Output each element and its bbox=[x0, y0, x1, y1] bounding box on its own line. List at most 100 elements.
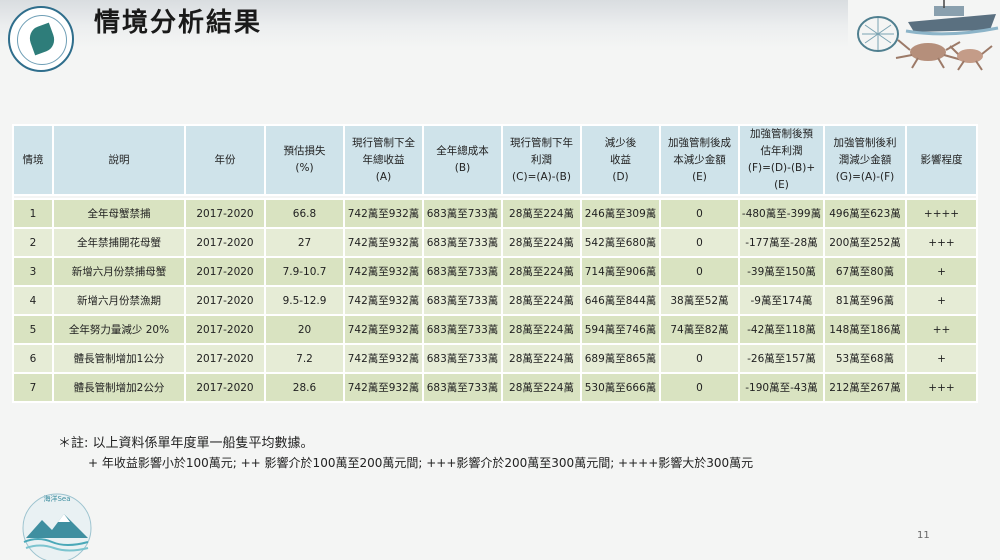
cell-profit-reduction: 212萬至267萬 bbox=[823, 372, 907, 403]
cell-annual-revenue: 742萬至932萬 bbox=[343, 227, 424, 258]
table-row: 6 體長管制增加1公分 2017-2020 7.2 742萬至932萬 683萬… bbox=[12, 343, 978, 374]
col-header-year: 年份 bbox=[184, 124, 266, 196]
footnote-data-basis: ＊註: 以上資料係單年度單一船隻平均數據。 bbox=[58, 436, 314, 451]
cell-annual-profit: 28萬至224萬 bbox=[501, 372, 582, 403]
table-row: 4 新增六月份禁漁期 2017-2020 9.5-12.9 742萬至932萬 … bbox=[12, 285, 978, 316]
cell-description: 全年禁捕開花母蟹 bbox=[52, 227, 186, 258]
cell-scenario: 6 bbox=[12, 343, 54, 374]
cell-description: 體長管制增加1公分 bbox=[52, 343, 186, 374]
cell-year: 2017-2020 bbox=[184, 343, 266, 374]
cell-annual-profit: 28萬至224萬 bbox=[501, 198, 582, 229]
cell-reduced-revenue: 646萬至844萬 bbox=[580, 285, 661, 316]
cell-impact-level: ++ bbox=[905, 314, 978, 345]
cell-annual-profit: 28萬至224萬 bbox=[501, 256, 582, 287]
cell-estimated-profit: -177萬至-28萬 bbox=[738, 227, 825, 258]
cell-impact-level: + bbox=[905, 343, 978, 374]
cell-description: 全年母蟹禁捕 bbox=[52, 198, 186, 229]
cell-annual-cost: 683萬至733萬 bbox=[422, 314, 503, 345]
cell-estimated-loss: 7.9-10.7 bbox=[264, 256, 345, 287]
col-header-annual-cost: 全年總成本 (B) bbox=[422, 124, 503, 196]
cell-estimated-profit: -190萬至-43萬 bbox=[738, 372, 825, 403]
page-title: 情境分析結果 bbox=[94, 8, 263, 38]
cell-year: 2017-2020 bbox=[184, 285, 266, 316]
cell-annual-profit: 28萬至224萬 bbox=[501, 314, 582, 345]
footnote-impact-legend: + 年收益影響小於100萬元; ++ 影響介於100萬至200萬元間; +++影… bbox=[88, 456, 754, 470]
cell-profit-reduction: 67萬至80萬 bbox=[823, 256, 907, 287]
cell-cost-reduction: 0 bbox=[659, 343, 740, 374]
cell-profit-reduction: 53萬至68萬 bbox=[823, 343, 907, 374]
cell-description: 全年努力量減少 20% bbox=[52, 314, 186, 345]
cell-profit-reduction: 81萬至96萬 bbox=[823, 285, 907, 316]
cell-year: 2017-2020 bbox=[184, 256, 266, 287]
col-header-annual-profit: 現行管制下年 利潤 (C)=(A)-(B) bbox=[501, 124, 582, 196]
cell-annual-revenue: 742萬至932萬 bbox=[343, 285, 424, 316]
cell-impact-level: +++ bbox=[905, 372, 978, 403]
cell-annual-cost: 683萬至733萬 bbox=[422, 256, 503, 287]
col-header-reduced-revenue: 減少後 收益 (D) bbox=[580, 124, 661, 196]
fishing-boat-crab-illustration bbox=[848, 0, 1000, 74]
cell-scenario: 3 bbox=[12, 256, 54, 287]
cell-year: 2017-2020 bbox=[184, 314, 266, 345]
table-row: 7 體長管制增加2公分 2017-2020 28.6 742萬至932萬 683… bbox=[12, 372, 978, 403]
cell-impact-level: ++++ bbox=[905, 198, 978, 229]
cell-estimated-profit: -42萬至118萬 bbox=[738, 314, 825, 345]
svg-text:海洋Sea: 海洋Sea bbox=[43, 494, 70, 503]
cell-impact-level: +++ bbox=[905, 227, 978, 258]
cell-annual-cost: 683萬至733萬 bbox=[422, 372, 503, 403]
table-row: 2 全年禁捕開花母蟹 2017-2020 27 742萬至932萬 683萬至7… bbox=[12, 227, 978, 258]
table-header-row: 情境 說明 年份 預估損失 (%) 現行管制下全 年總收益 (A) 全年總成本 … bbox=[12, 124, 978, 196]
cell-profit-reduction: 496萬至623萬 bbox=[823, 198, 907, 229]
cell-scenario: 2 bbox=[12, 227, 54, 258]
cell-annual-cost: 683萬至733萬 bbox=[422, 198, 503, 229]
institute-logo bbox=[8, 6, 74, 72]
cell-cost-reduction: 0 bbox=[659, 198, 740, 229]
cell-impact-level: + bbox=[905, 285, 978, 316]
col-header-impact-level: 影響程度 bbox=[905, 124, 978, 196]
cell-annual-cost: 683萬至733萬 bbox=[422, 227, 503, 258]
cell-estimated-profit: -39萬至150萬 bbox=[738, 256, 825, 287]
cell-estimated-loss: 28.6 bbox=[264, 372, 345, 403]
cell-scenario: 7 bbox=[12, 372, 54, 403]
cell-annual-cost: 683萬至733萬 bbox=[422, 343, 503, 374]
col-header-estimated-profit: 加強管制後預 估年利潤 (F)=(D)-(B)+(E) bbox=[738, 124, 825, 196]
col-header-cost-reduction: 加強管制後成 本減少金額 (E) bbox=[659, 124, 740, 196]
scenario-analysis-table: 情境 說明 年份 預估損失 (%) 現行管制下全 年總收益 (A) 全年總成本 … bbox=[12, 124, 978, 403]
cell-profit-reduction: 148萬至186萬 bbox=[823, 314, 907, 345]
table-row: 5 全年努力量減少 20% 2017-2020 20 742萬至932萬 683… bbox=[12, 314, 978, 345]
cell-annual-revenue: 742萬至932萬 bbox=[343, 256, 424, 287]
cell-scenario: 4 bbox=[12, 285, 54, 316]
cell-annual-revenue: 742萬至932萬 bbox=[343, 314, 424, 345]
cell-reduced-revenue: 530萬至666萬 bbox=[580, 372, 661, 403]
cell-estimated-profit: -9萬至174萬 bbox=[738, 285, 825, 316]
col-header-profit-reduction: 加強管制後利 潤減少金額 (G)=(A)-(F) bbox=[823, 124, 907, 196]
cell-year: 2017-2020 bbox=[184, 227, 266, 258]
cell-description: 體長管制增加2公分 bbox=[52, 372, 186, 403]
cell-annual-profit: 28萬至224萬 bbox=[501, 343, 582, 374]
cell-year: 2017-2020 bbox=[184, 198, 266, 229]
cell-estimated-profit: -26萬至157萬 bbox=[738, 343, 825, 374]
ocean-mountain-logo: 海洋Sea bbox=[22, 493, 92, 560]
cell-estimated-loss: 20 bbox=[264, 314, 345, 345]
page-number: 11 bbox=[917, 530, 930, 541]
cell-annual-revenue: 742萬至932萬 bbox=[343, 198, 424, 229]
col-header-description: 說明 bbox=[52, 124, 186, 196]
cell-annual-profit: 28萬至224萬 bbox=[501, 227, 582, 258]
cell-scenario: 5 bbox=[12, 314, 54, 345]
cell-annual-revenue: 742萬至932萬 bbox=[343, 343, 424, 374]
cell-estimated-loss: 27 bbox=[264, 227, 345, 258]
cell-cost-reduction: 74萬至82萬 bbox=[659, 314, 740, 345]
table-row: 3 新增六月份禁捕母蟹 2017-2020 7.9-10.7 742萬至932萬… bbox=[12, 256, 978, 287]
cell-reduced-revenue: 689萬至865萬 bbox=[580, 343, 661, 374]
cell-cost-reduction: 0 bbox=[659, 227, 740, 258]
table-row: 1 全年母蟹禁捕 2017-2020 66.8 742萬至932萬 683萬至7… bbox=[12, 198, 978, 229]
cell-estimated-loss: 66.8 bbox=[264, 198, 345, 229]
cell-estimated-loss: 7.2 bbox=[264, 343, 345, 374]
cell-annual-profit: 28萬至224萬 bbox=[501, 285, 582, 316]
cell-estimated-loss: 9.5-12.9 bbox=[264, 285, 345, 316]
cell-scenario: 1 bbox=[12, 198, 54, 229]
cell-cost-reduction: 0 bbox=[659, 372, 740, 403]
cell-impact-level: + bbox=[905, 256, 978, 287]
cell-reduced-revenue: 246萬至309萬 bbox=[580, 198, 661, 229]
cell-description: 新增六月份禁漁期 bbox=[52, 285, 186, 316]
cell-year: 2017-2020 bbox=[184, 372, 266, 403]
